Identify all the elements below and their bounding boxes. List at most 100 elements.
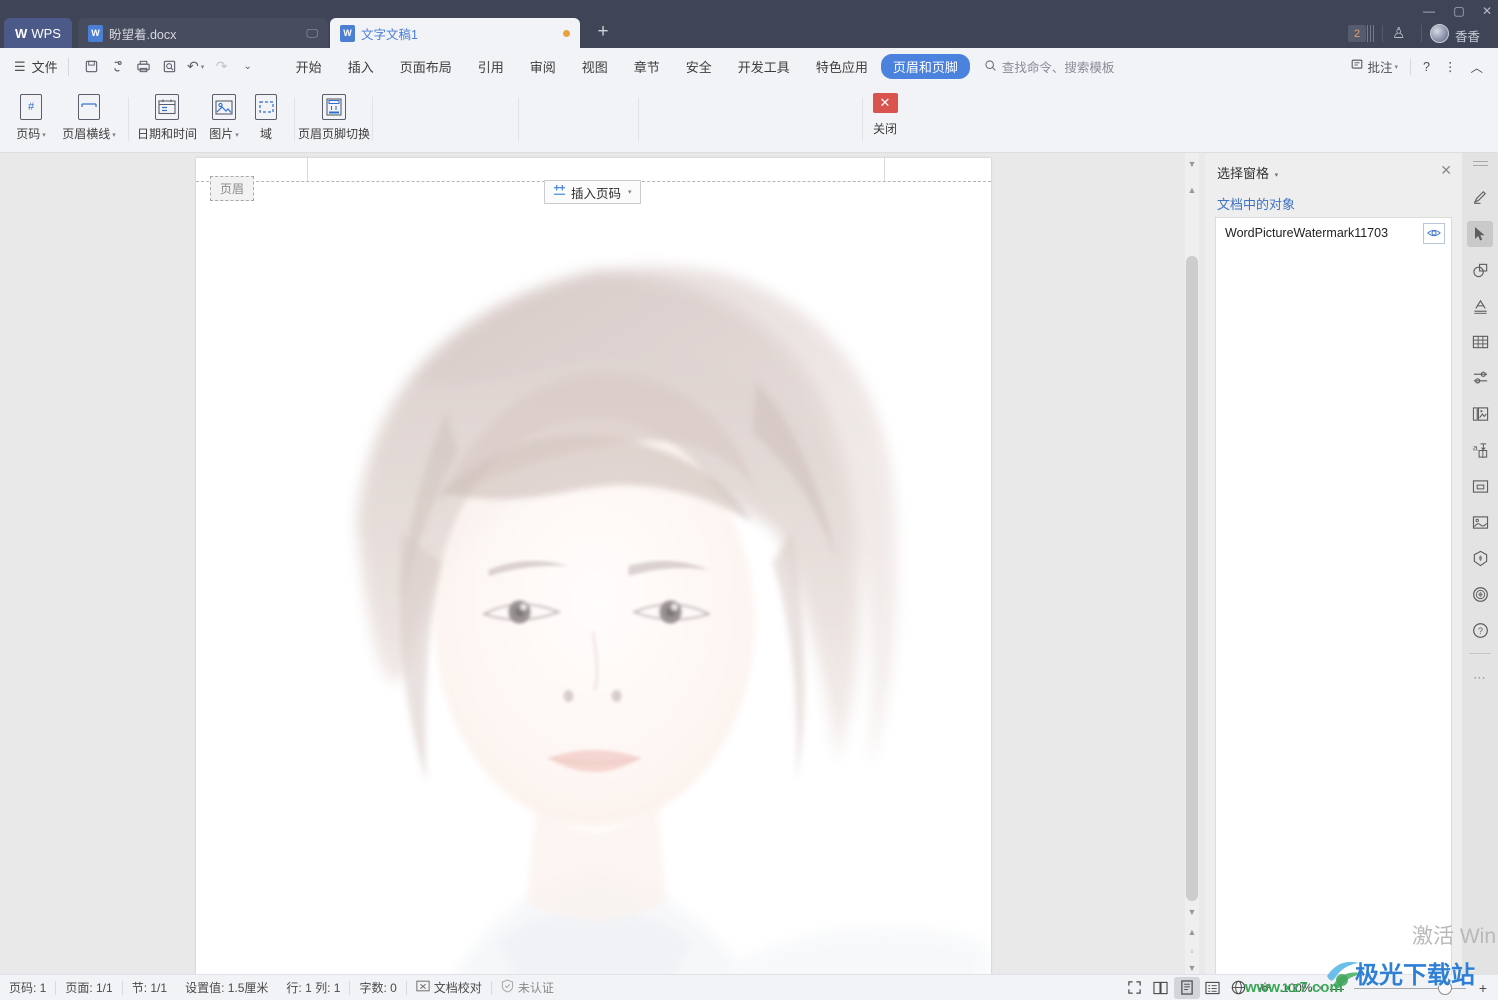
site-url-watermark: www.xz7.com (1245, 979, 1343, 996)
previous-page-button[interactable]: ▼ (1186, 905, 1198, 919)
portrait-graphic (196, 202, 991, 974)
document-tab-1-label: 盼望着.docx (109, 24, 176, 43)
tab-审阅[interactable]: 审阅 (517, 54, 569, 79)
field-button[interactable]: 域 (244, 90, 288, 142)
date-time-button[interactable]: 日期和时间 (134, 90, 200, 142)
shapes-icon[interactable] (1467, 257, 1493, 283)
image-gallery-icon[interactable] (1467, 401, 1493, 427)
chevron-down-icon[interactable]: ▾ (42, 132, 46, 139)
header-footer-switch-label: 页眉页脚切换 (298, 125, 370, 142)
more-options-icon[interactable]: ⋯ (1467, 665, 1493, 691)
avatar[interactable] (1430, 24, 1449, 43)
wordart-icon[interactable] (1467, 293, 1493, 319)
window-close-button[interactable]: ✕ (1472, 0, 1498, 22)
proofread-button[interactable]: 文档校对 (407, 979, 491, 996)
collapse-ribbon-button[interactable]: ︿ (1463, 57, 1490, 76)
tab-章节[interactable]: 章节 (621, 54, 673, 79)
tab-开始[interactable]: 开始 (283, 54, 335, 79)
cursor-select-icon[interactable] (1467, 221, 1493, 247)
monitor-icon[interactable]: 🖵 (280, 26, 318, 41)
print-preview-icon[interactable] (157, 55, 183, 79)
chevron-down-icon[interactable]: ▾ (201, 63, 205, 71)
close-header-footer-button[interactable]: ✕ 关闭 (862, 93, 908, 137)
new-tab-button[interactable]: + (592, 22, 614, 42)
print-icon[interactable] (131, 55, 157, 79)
picture-button[interactable]: 图片▾ (200, 90, 248, 142)
shirt-icon[interactable]: ♙ (1392, 24, 1405, 42)
chevron-down-icon[interactable]: ▾ (1275, 172, 1279, 179)
search-command-box[interactable]: 查找命令、搜索模板 (984, 57, 1115, 76)
page-number-button[interactable]: # 页码▾ (4, 90, 58, 142)
eye-icon[interactable] (1423, 223, 1445, 244)
browse-object-button[interactable]: ▫ (1186, 944, 1198, 958)
highlighter-icon[interactable] (1467, 183, 1493, 209)
vertical-scrollbar-thumb[interactable] (1186, 256, 1198, 901)
status-word-count[interactable]: 字数: 0 (350, 979, 405, 996)
window-maximize-button[interactable]: ▢ (1444, 0, 1474, 22)
status-section[interactable]: 节: 1/1 (123, 979, 176, 996)
chevron-down-icon[interactable]: ▾ (628, 188, 632, 196)
zoom-in-button[interactable]: + (1474, 980, 1492, 996)
insert-page-number-icon (553, 184, 566, 200)
notification-count-badge[interactable]: 2 (1348, 25, 1366, 42)
watermark-portrait-image[interactable] (196, 202, 991, 974)
user-name-label[interactable]: 香香 (1455, 26, 1480, 45)
shield-icon (501, 979, 514, 996)
tab-页眉和页脚[interactable]: 页眉和页脚 (881, 54, 970, 79)
status-page-number[interactable]: 页码: 1 (0, 979, 55, 996)
shield-badge-icon[interactable] (1467, 545, 1493, 571)
tab-开发工具[interactable]: 开发工具 (725, 54, 803, 79)
document-tab-2[interactable]: W 文字文稿1 (330, 18, 580, 48)
print-layout-view-icon[interactable] (1174, 977, 1200, 999)
undo-icon[interactable]: ↶▾ (183, 55, 209, 79)
wps-home-button[interactable]: W WPS (4, 18, 72, 48)
tab-视图[interactable]: 视图 (569, 54, 621, 79)
status-page-count[interactable]: 页面: 1/1 (56, 979, 121, 996)
outline-view-icon[interactable] (1200, 977, 1226, 999)
verify-status[interactable]: 未认证 (492, 979, 563, 996)
tab-安全[interactable]: 安全 (673, 54, 725, 79)
select-browse-object-button[interactable]: ▲ (1186, 925, 1198, 939)
tab-引用[interactable]: 引用 (465, 54, 517, 79)
table-icon[interactable] (1467, 329, 1493, 355)
tab-页面布局[interactable]: 页面布局 (387, 54, 465, 79)
list-item[interactable]: WordPictureWatermark11703 (1216, 218, 1451, 248)
scroll-split-button[interactable]: ▼ (1186, 157, 1198, 171)
titlebar-divider-1 (1382, 25, 1383, 42)
archive-box-icon[interactable] (1467, 473, 1493, 499)
tab-特色应用[interactable]: 特色应用 (803, 54, 881, 79)
help-circle-icon[interactable]: ? (1467, 617, 1493, 643)
more-options-button[interactable]: ⋮ (1437, 59, 1464, 74)
file-menu-button[interactable]: 文件 (32, 57, 58, 76)
settings-sliders-icon[interactable] (1467, 365, 1493, 391)
window-minimize-button[interactable]: — (1414, 0, 1444, 22)
chevron-down-icon[interactable]: ▾ (235, 132, 239, 139)
scroll-up-button[interactable]: ▲ (1186, 183, 1198, 197)
selection-pane-title[interactable]: 选择窗格 ▾ (1217, 163, 1278, 182)
close-pane-button[interactable]: ✕ (1440, 162, 1452, 179)
object-list[interactable]: WordPictureWatermark11703 (1215, 217, 1452, 1000)
insert-page-number-button[interactable]: 插入页码 ▾ (544, 180, 641, 204)
header-footer-switch-button[interactable]: 页眉页脚切换 (288, 90, 380, 142)
document-tab-2-label: 文字文稿1 (361, 24, 418, 43)
cloud-sync-icon[interactable] (105, 55, 131, 79)
document-tab-1[interactable]: W 盼望着.docx 🖵 (78, 18, 328, 48)
seal-icon[interactable] (1467, 581, 1493, 607)
main-menu-icon[interactable]: ☰ (14, 60, 26, 73)
text-tools-icon[interactable]: a (1467, 437, 1493, 463)
rail-grip-icon[interactable] (1473, 161, 1488, 168)
document-page[interactable]: 页眉 插入页码 ▾ (196, 158, 991, 974)
fullscreen-icon[interactable] (1122, 977, 1148, 999)
tab-插入[interactable]: 插入 (335, 54, 387, 79)
field-label: 域 (260, 125, 272, 142)
comment-button[interactable]: 批注 ▾ (1343, 57, 1406, 76)
next-page-button[interactable]: ▼ (1186, 961, 1198, 975)
save-icon[interactable] (79, 55, 105, 79)
picture-icon[interactable] (1467, 509, 1493, 535)
chevron-down-icon[interactable]: ▾ (112, 132, 116, 139)
two-page-view-icon[interactable] (1148, 977, 1174, 999)
help-button[interactable]: ? (1416, 60, 1437, 74)
chevron-down-icon[interactable]: ▾ (1395, 63, 1399, 71)
customize-quick-access-icon[interactable]: ⌄ (235, 55, 261, 79)
header-line-button[interactable]: 页眉横线▾ (56, 90, 122, 142)
